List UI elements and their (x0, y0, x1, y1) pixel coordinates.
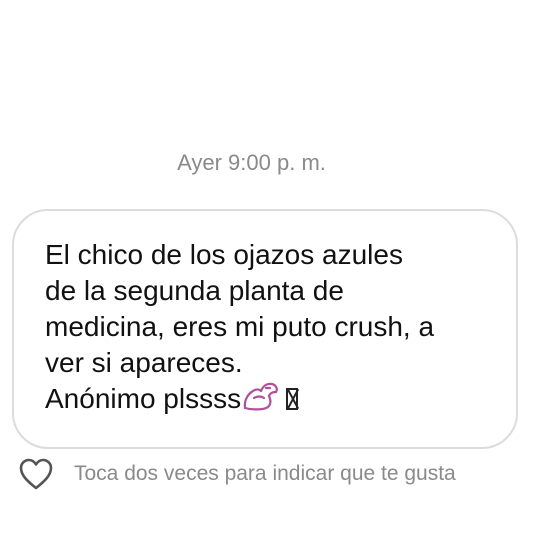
like-hint-label: Toca dos veces para indicar que te gusta (74, 462, 456, 485)
missing-glyph-icon (286, 388, 299, 410)
message-text: El chico de los ojazos azules de la segu… (45, 239, 435, 414)
chat-screen: Ayer 9:00 p. m. El chico de los ojazos a… (0, 0, 533, 533)
heart-outline-icon[interactable] (18, 457, 54, 491)
message-content: El chico de los ojazos azules de la segu… (45, 237, 505, 420)
like-hint-row[interactable]: Toca dos veces para indicar que te gusta (18, 456, 456, 492)
flexed-biceps-icon (242, 381, 282, 420)
message-bubble[interactable]: El chico de los ojazos azules de la segu… (12, 209, 518, 449)
message-timestamp: Ayer 9:00 p. m. (177, 150, 326, 175)
